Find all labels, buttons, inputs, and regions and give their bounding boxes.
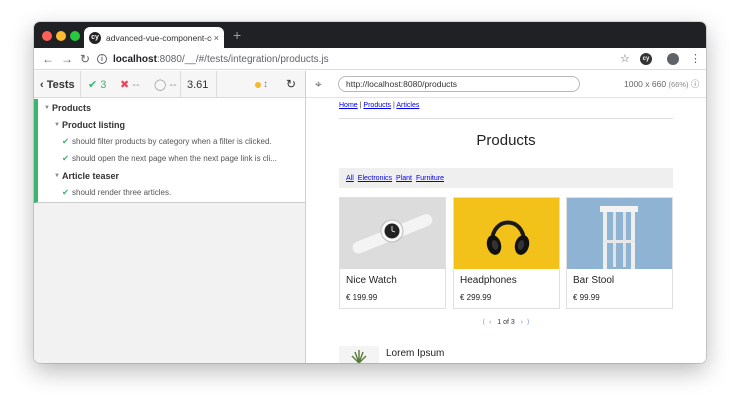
product-name: Nice Watch [346,275,397,286]
separator [80,71,81,98]
aut-header: ⌖ http://localhost:8080/products 1000 x … [306,71,706,98]
last-page-link[interactable]: ⟩ [527,319,530,326]
passed-stat: ✔ 3 [88,79,107,91]
star-icon[interactable]: ☆ [620,52,630,66]
cypress-favicon-icon: cy [89,31,101,44]
auto-scroll-indicator-icon[interactable] [255,82,261,88]
category-filter-bar: All Electronics Plant Furniture [339,168,673,188]
product-price: € 99.99 [573,293,600,302]
test-row[interactable]: ✔ should open the next page when the nex… [62,150,277,167]
info-circle-icon: ⓘ [690,79,700,89]
reload-icon[interactable]: ↻ [80,51,90,67]
new-tab-button[interactable]: + [233,28,241,42]
product-card[interactable]: Nice Watch € 199.99 [339,197,446,309]
pending-stat: ◯ -- [154,79,177,91]
product-image-headphones [454,198,559,269]
address-bar[interactable]: i localhost:8080/__/#/tests/integration/… [97,51,329,67]
test-row[interactable]: ✔ should filter products by category whe… [62,133,272,150]
selector-playground-icon[interactable]: ⌖ [315,77,322,92]
check-icon: ✔ [62,153,70,163]
product-name: Bar Stool [573,275,615,286]
page-title: Products [476,132,536,149]
aut-iframe: Home | Products | Articles Products All … [306,98,706,363]
suite-title: Products [52,102,92,113]
failed-stat: ✖ -- [120,79,140,91]
test-title: should open the next page when the next … [72,154,278,163]
more-icon[interactable]: ⋮ [690,52,701,66]
article-teaser-title[interactable]: Lorem Ipsum [386,348,444,359]
suite-title: Article teaser [62,170,120,181]
scroll-arrows-icon[interactable]: ↕ [263,78,268,92]
info-icon[interactable]: i [97,54,107,64]
duration: 3.61 [187,79,209,91]
forward-arrow-icon[interactable]: → [61,51,73,67]
check-icon: ✔ [62,187,70,197]
product-price: € 199.99 [346,293,378,302]
viewport-info[interactable]: 1000 x 660 (66%) ⓘ [624,78,699,90]
caret-down-icon: ▼ [54,121,60,128]
test-row[interactable]: ✔ should render three articles. [62,184,171,201]
breadcrumb: Home | Products | Articles [339,102,420,109]
back-arrow-icon[interactable]: ← [42,51,54,67]
suite-row[interactable]: ▼ Products [44,99,91,116]
caret-down-icon: ▼ [54,172,60,179]
reporter-body: ▼ Products ▼ Product listing ✔ should fi… [34,99,305,363]
pagination: ⟨ ‹ 1 of 3 › ⟩ [339,318,673,326]
separator [180,71,181,98]
product-image-watch [340,198,445,269]
article-teaser-image [339,346,379,363]
test-title: should filter products by category when … [72,137,272,146]
suite-row[interactable]: ▼ Article teaser [54,167,119,184]
profile-icon[interactable] [667,53,679,65]
runnables-list: ▼ Products ▼ Product listing ✔ should fi… [34,99,305,203]
browser-window: cy advanced-vue-component-co × + ← → ↻ i… [34,22,706,363]
close-window-button[interactable] [42,31,52,41]
address-url: localhost:8080/__/#/tests/integration/pr… [113,53,329,65]
aut-url-field[interactable]: http://localhost:8080/products [338,76,580,92]
next-page-link[interactable]: › [521,319,523,326]
filter-furniture-link[interactable]: Furniture [416,175,444,182]
separator [216,71,217,98]
page-indicator: 1 of 3 [497,319,515,326]
breadcrumb-articles-link[interactable]: Articles [396,102,419,109]
first-page-link[interactable]: ⟨ [482,319,485,326]
filter-plant-link[interactable]: Plant [396,175,412,182]
product-image-bar-stool [567,198,672,269]
tab-close-icon[interactable]: × [214,33,219,43]
suite-row[interactable]: ▼ Product listing [54,116,125,133]
breadcrumb-home-link[interactable]: Home [339,102,358,109]
product-name: Headphones [460,275,517,286]
browser-navbar: ← → ↻ i localhost:8080/__/#/tests/integr… [34,48,706,70]
check-icon: ✔ [62,136,70,146]
caret-down-icon: ▼ [44,104,50,111]
reporter-header: ‹ Tests ✔ 3 ✖ -- ◯ -- 3.61 ↕ ↻ [34,71,305,98]
browser-titlebar: cy advanced-vue-component-co × + [34,22,706,48]
browser-tab[interactable]: cy advanced-vue-component-co × [84,27,224,48]
test-title: should render three articles. [72,188,172,197]
minimize-window-button[interactable] [56,31,66,41]
filter-electronics-link[interactable]: Electronics [358,175,392,182]
filter-all-link[interactable]: All [346,175,354,182]
product-price: € 299.99 [460,293,492,302]
product-card[interactable]: Bar Stool € 99.99 [566,197,673,309]
maximize-window-button[interactable] [70,31,80,41]
suite-title: Product listing [62,119,125,130]
breadcrumb-products-link[interactable]: Products [363,102,391,109]
cypress-extension-icon[interactable]: cy [640,53,652,65]
prev-page-link[interactable]: ‹ [489,319,491,326]
divider [339,118,673,119]
tests-button[interactable]: ‹ Tests [40,78,75,92]
tab-title: advanced-vue-component-co [106,32,212,43]
product-card[interactable]: Headphones € 299.99 [453,197,560,309]
rerun-icon[interactable]: ↻ [286,77,296,91]
